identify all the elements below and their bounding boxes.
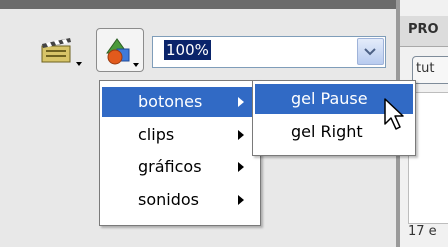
symbols-menu: botones clips gráficos sonidos: [99, 80, 261, 226]
properties-status: 17 e: [408, 224, 437, 239]
submenu-arrow-icon: [238, 195, 244, 205]
menu-item-graficos[interactable]: gráficos: [102, 152, 258, 182]
menu-item-label: gráficos: [138, 157, 202, 176]
menu-item-clips[interactable]: clips: [102, 120, 258, 150]
properties-tab-label: tut: [416, 61, 435, 76]
top-strip: [0, 0, 396, 9]
properties-title: PRO: [408, 22, 439, 37]
zoom-value[interactable]: 100%: [164, 40, 211, 60]
chevron-down-icon: [364, 48, 376, 56]
submenu-item-label: gel Right: [291, 122, 363, 141]
edit-scene-button[interactable]: [40, 30, 86, 70]
edit-symbols-icon: [106, 38, 139, 67]
edit-symbols-button[interactable]: [96, 28, 144, 72]
submenu-item-label: gel Pause: [291, 89, 368, 108]
edit-scene-icon: [41, 38, 82, 66]
submenu-arrow-icon: [238, 162, 244, 172]
zoom-dropdown-button[interactable]: [357, 38, 384, 65]
menu-item-label: sonidos: [138, 190, 199, 209]
menu-item-sonidos[interactable]: sonidos: [102, 185, 258, 215]
submenu-arrow-icon: [238, 130, 244, 140]
menu-item-botones[interactable]: botones: [102, 87, 258, 117]
menu-item-label: botones: [138, 92, 203, 111]
menu-item-label: clips: [138, 125, 175, 144]
submenu-arrow-icon: [238, 97, 244, 107]
mouse-cursor-icon: [384, 98, 404, 130]
